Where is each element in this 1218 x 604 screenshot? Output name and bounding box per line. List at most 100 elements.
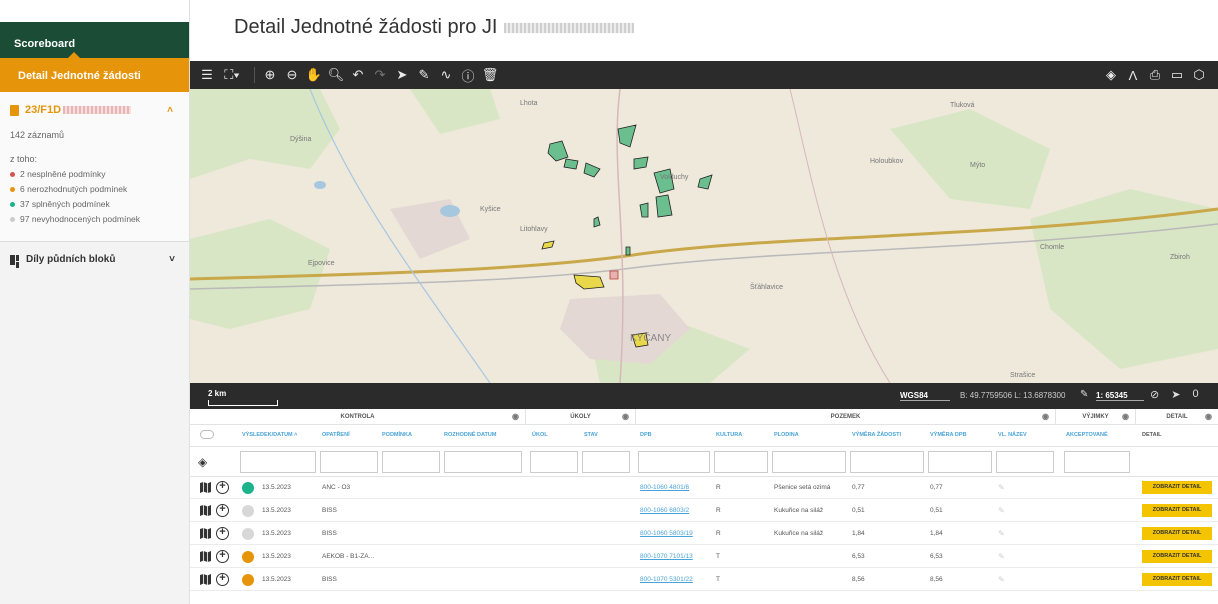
filter-rozhodne-datum[interactable] xyxy=(444,451,522,473)
redacted-mask xyxy=(63,106,132,114)
measure-line-icon[interactable]: ∿ xyxy=(437,65,455,85)
show-detail-button[interactable]: ZOBRAZIT DETAIL xyxy=(1142,504,1212,517)
status-dot-icon xyxy=(10,216,15,222)
map-icon[interactable] xyxy=(200,482,211,493)
map-icon[interactable] xyxy=(200,528,211,539)
layers-icon[interactable]: ◈ xyxy=(1102,65,1120,85)
filter-vysledek[interactable] xyxy=(240,451,316,473)
redo-icon[interactable]: ↷ xyxy=(371,65,389,85)
polygon-icon[interactable]: ⬡ xyxy=(1190,65,1208,85)
edit-coordinates-icon[interactable]: ✎ xyxy=(1080,389,1088,400)
draw-pencil-icon[interactable]: ✎ xyxy=(415,65,433,85)
map-icon[interactable] xyxy=(200,505,211,516)
eye-icon[interactable]: ◉ xyxy=(512,409,519,425)
coordinates-readout: B: 49.7759506 L: 13.6878300 xyxy=(960,391,1066,400)
filter-dpb[interactable] xyxy=(638,451,710,473)
column-vl-nazev[interactable]: VL. NÁZEV xyxy=(998,432,1027,438)
map-place-label: Dýšina xyxy=(290,136,312,143)
select-all-toggle[interactable] xyxy=(200,430,214,439)
column-kultura[interactable]: KULTURA xyxy=(716,432,742,438)
column-plodina[interactable]: PLODINA xyxy=(774,432,799,438)
map-statusbar: 2 km WGS84 B: 49.7759506 L: 13.6878300 ✎… xyxy=(190,383,1218,409)
show-detail-button[interactable]: ZOBRAZIT DETAIL xyxy=(1142,481,1212,494)
edit-pencil-icon[interactable]: ✎ xyxy=(998,529,1005,538)
map-place-label: Lhota xyxy=(520,100,538,107)
add-circle-icon[interactable]: + xyxy=(216,527,229,540)
conditions-table: KONTROLA ◉ ÚKOLY ◉ POZEMEK ◉ VÝJIMKY ◉ DETAI… xyxy=(190,409,1218,604)
filter-podminka[interactable] xyxy=(382,451,440,473)
sidebar-item-detail[interactable]: Detail Jednotné žádosti xyxy=(0,52,189,92)
column-opatreni[interactable]: OPATŘENÍ xyxy=(322,432,350,438)
filter-opatreni[interactable] xyxy=(320,451,378,473)
show-detail-button[interactable]: ZOBRAZIT DETAIL xyxy=(1142,527,1212,540)
filter-vl-nazev[interactable] xyxy=(996,451,1054,473)
show-detail-button[interactable]: ZOBRAZIT DETAIL xyxy=(1142,550,1212,563)
add-circle-icon[interactable]: + xyxy=(216,481,229,494)
locate-icon[interactable]: ➤ xyxy=(1171,388,1180,401)
filter-plodina[interactable] xyxy=(772,451,846,473)
show-detail-button[interactable]: ZOBRAZIT DETAIL xyxy=(1142,573,1212,586)
row-vymera-dpb: 6,53 xyxy=(930,553,943,560)
filter-kultura[interactable] xyxy=(714,451,768,473)
eye-icon[interactable]: ◉ xyxy=(1042,409,1049,425)
pan-hand-icon[interactable]: ✋ xyxy=(305,65,323,85)
eye-icon[interactable]: ◉ xyxy=(622,409,629,425)
ruler-icon[interactable]: ▭ xyxy=(1168,65,1186,85)
sidebar-item-scoreboard[interactable]: Scoreboard xyxy=(0,22,189,58)
filter-vymera-zadosti[interactable] xyxy=(850,451,924,473)
chevron-down-icon[interactable]: ˅ xyxy=(169,254,175,265)
sidebar-item-soil-block-parts[interactable]: Díly půdních bloků ˅ xyxy=(0,242,189,265)
print-icon[interactable]: ⎙ xyxy=(1146,65,1164,85)
delete-icon[interactable]: 🗑︎ xyxy=(481,65,499,85)
add-circle-icon[interactable]: + xyxy=(216,504,229,517)
zoom-out-icon[interactable]: ⊖ xyxy=(283,65,301,85)
column-ukol[interactable]: ÚKOL xyxy=(532,432,548,438)
application-header[interactable]: 23/F1D ˄ xyxy=(10,104,189,116)
row-dpb-link[interactable]: 800-1060 4801/6 xyxy=(640,484,689,491)
edit-pencil-icon[interactable]: ✎ xyxy=(998,552,1005,561)
column-podminka[interactable]: PODMÍNKA xyxy=(382,432,412,438)
north-arrow-icon[interactable]: Λ xyxy=(1124,65,1142,85)
undo-icon[interactable]: ↶ xyxy=(349,65,367,85)
column-akceptovane[interactable]: AKCEPTOVANÉ xyxy=(1066,432,1108,438)
row-dpb-link[interactable]: 800-1060 5803/19 xyxy=(640,530,693,537)
row-dpb-link[interactable]: 800-1070 7101/13 xyxy=(640,553,693,560)
edit-pencil-icon[interactable]: ✎ xyxy=(998,506,1005,515)
zoom-box-icon[interactable]: 🔍︎ xyxy=(327,65,345,85)
column-vysledek[interactable]: VÝSLEDEK/DATUM ˄ xyxy=(242,432,297,438)
filter-vymera-dpb[interactable] xyxy=(928,451,992,473)
zoom-in-icon[interactable]: ⊕ xyxy=(261,65,279,85)
layers-icon[interactable]: ◈ xyxy=(198,455,207,469)
row-vymera-dpb: 0,51 xyxy=(930,507,943,514)
filter-akceptovane[interactable] xyxy=(1064,451,1130,473)
chevron-up-icon[interactable]: ˄ xyxy=(167,105,173,116)
column-vymera-zadosti[interactable]: VÝMĚRA ŽÁDOSTI xyxy=(852,432,901,438)
map-icon[interactable] xyxy=(200,574,211,585)
edit-pencil-icon[interactable]: ✎ xyxy=(998,575,1005,584)
column-vymera-dpb[interactable]: VÝMĚRA DPB xyxy=(930,432,966,438)
filter-ukol[interactable] xyxy=(530,451,578,473)
records-count: 142 záznamů xyxy=(10,130,65,140)
table-filter-row: ◈ xyxy=(190,447,1218,477)
map-icon[interactable] xyxy=(200,551,211,562)
column-dpb[interactable]: DPB xyxy=(640,432,652,438)
column-rozhodne-datum[interactable]: ROZHODNÉ DATUM xyxy=(444,432,496,438)
filter-stav[interactable] xyxy=(582,451,630,473)
add-circle-icon[interactable]: + xyxy=(216,550,229,563)
row-kultura: T xyxy=(716,576,720,583)
map-view[interactable]: Dýšina Ejpovice Kyšice Lhota Tluková Hol… xyxy=(190,89,1218,383)
eye-icon[interactable]: ◉ xyxy=(1205,409,1212,425)
navigate-icon[interactable]: ➤ xyxy=(393,65,411,85)
map-scale-select[interactable]: 1: 65345 xyxy=(1096,391,1144,401)
menu-icon[interactable]: ☰ xyxy=(198,65,216,85)
fullscreen-icon[interactable]: ⛶▾ xyxy=(220,65,244,85)
eye-icon[interactable]: ◉ xyxy=(1122,409,1129,425)
row-dpb-link[interactable]: 800-1070 5301/22 xyxy=(640,576,693,583)
info-icon[interactable]: ⓘ xyxy=(459,65,477,85)
block-icon[interactable]: ⊘ xyxy=(1150,388,1159,401)
add-circle-icon[interactable]: + xyxy=(216,573,229,586)
crs-select[interactable]: WGS84 xyxy=(900,391,950,401)
edit-pencil-icon[interactable]: ✎ xyxy=(998,483,1005,492)
column-stav[interactable]: STAV xyxy=(584,432,598,438)
row-dpb-link[interactable]: 800-1060 6803/2 xyxy=(640,507,689,514)
